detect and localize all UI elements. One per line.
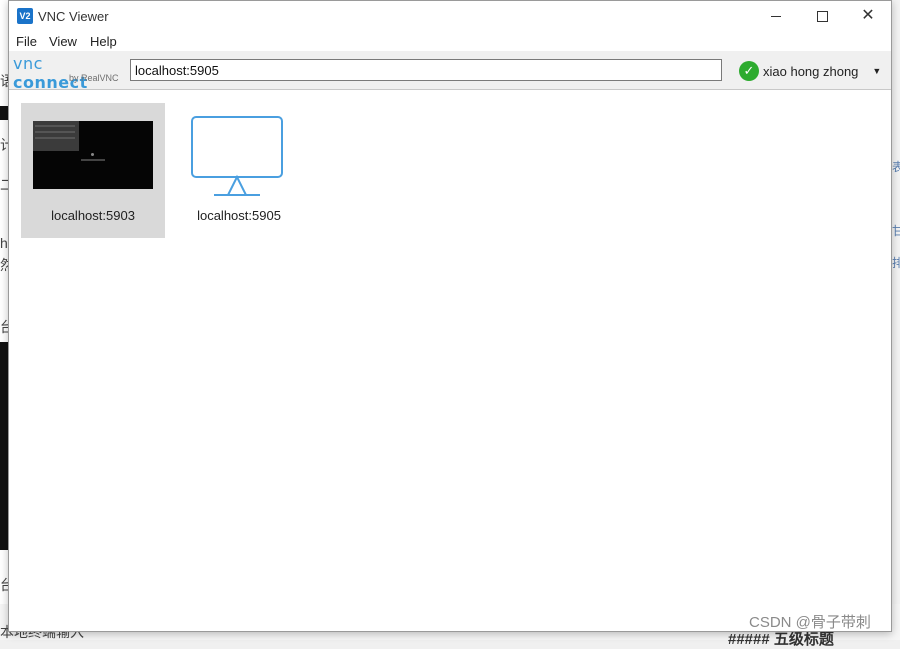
thumbnail-line: [35, 137, 75, 139]
thumbnail-line: [35, 125, 75, 127]
menu-help[interactable]: Help: [90, 34, 117, 49]
address-input[interactable]: [130, 59, 722, 81]
thumbnail-text: [81, 159, 105, 161]
minimize-icon: [771, 15, 781, 17]
logo-byline: by RealVNC: [69, 73, 119, 83]
background-glyph: 排: [892, 256, 900, 270]
remote-desktop-thumbnail: [33, 121, 153, 189]
minimize-button[interactable]: [753, 1, 799, 31]
connection-label: localhost:5905: [197, 208, 281, 223]
vnc-connect-logo: vnc connect by RealVNC: [13, 54, 123, 92]
connection-tile-localhost-5905[interactable]: localhost:5905: [167, 103, 311, 238]
thumbnail-spinner: [91, 153, 94, 156]
vnc-app-icon: V2: [17, 8, 33, 24]
background-glyph: 甘: [892, 224, 900, 238]
connection-label: localhost:5903: [51, 208, 135, 223]
menu-view[interactable]: View: [49, 34, 77, 49]
thumbnail-window: [33, 121, 79, 151]
menu-bar: File View Help: [9, 31, 891, 51]
background-app-right-edge: 表 甘 排: [892, 0, 900, 640]
menu-file[interactable]: File: [16, 34, 37, 49]
thumbnail-line: [35, 131, 75, 133]
caret-down-icon: ▼: [872, 66, 882, 76]
account-name: xiao hong zhong: [763, 63, 859, 79]
check-circle-icon: ✓: [739, 61, 759, 81]
connection-tile-localhost-5903[interactable]: localhost:5903: [21, 103, 165, 238]
csdn-watermark: CSDN @骨子带刺: [749, 614, 871, 631]
close-icon: ✕: [861, 7, 875, 24]
toolbar: vnc connect by RealVNC ✓ xiao hong zhong…: [9, 51, 891, 92]
maximize-icon: [816, 10, 828, 22]
monitor-icon: [191, 116, 283, 196]
background-glyph: 表: [892, 160, 900, 174]
connections-area: localhost:5903 localhost:5905: [9, 90, 891, 631]
close-button[interactable]: ✕: [845, 1, 891, 31]
title-bar[interactable]: V2 VNC Viewer ✕: [9, 1, 891, 31]
vnc-viewer-window: V2 VNC Viewer ✕ File View Help vnc conne…: [8, 0, 892, 632]
maximize-button[interactable]: [799, 1, 845, 31]
account-menu[interactable]: ✓ xiao hong zhong ▼: [739, 60, 881, 82]
window-title: VNC Viewer: [38, 9, 109, 24]
background-glyph: h: [0, 235, 8, 251]
